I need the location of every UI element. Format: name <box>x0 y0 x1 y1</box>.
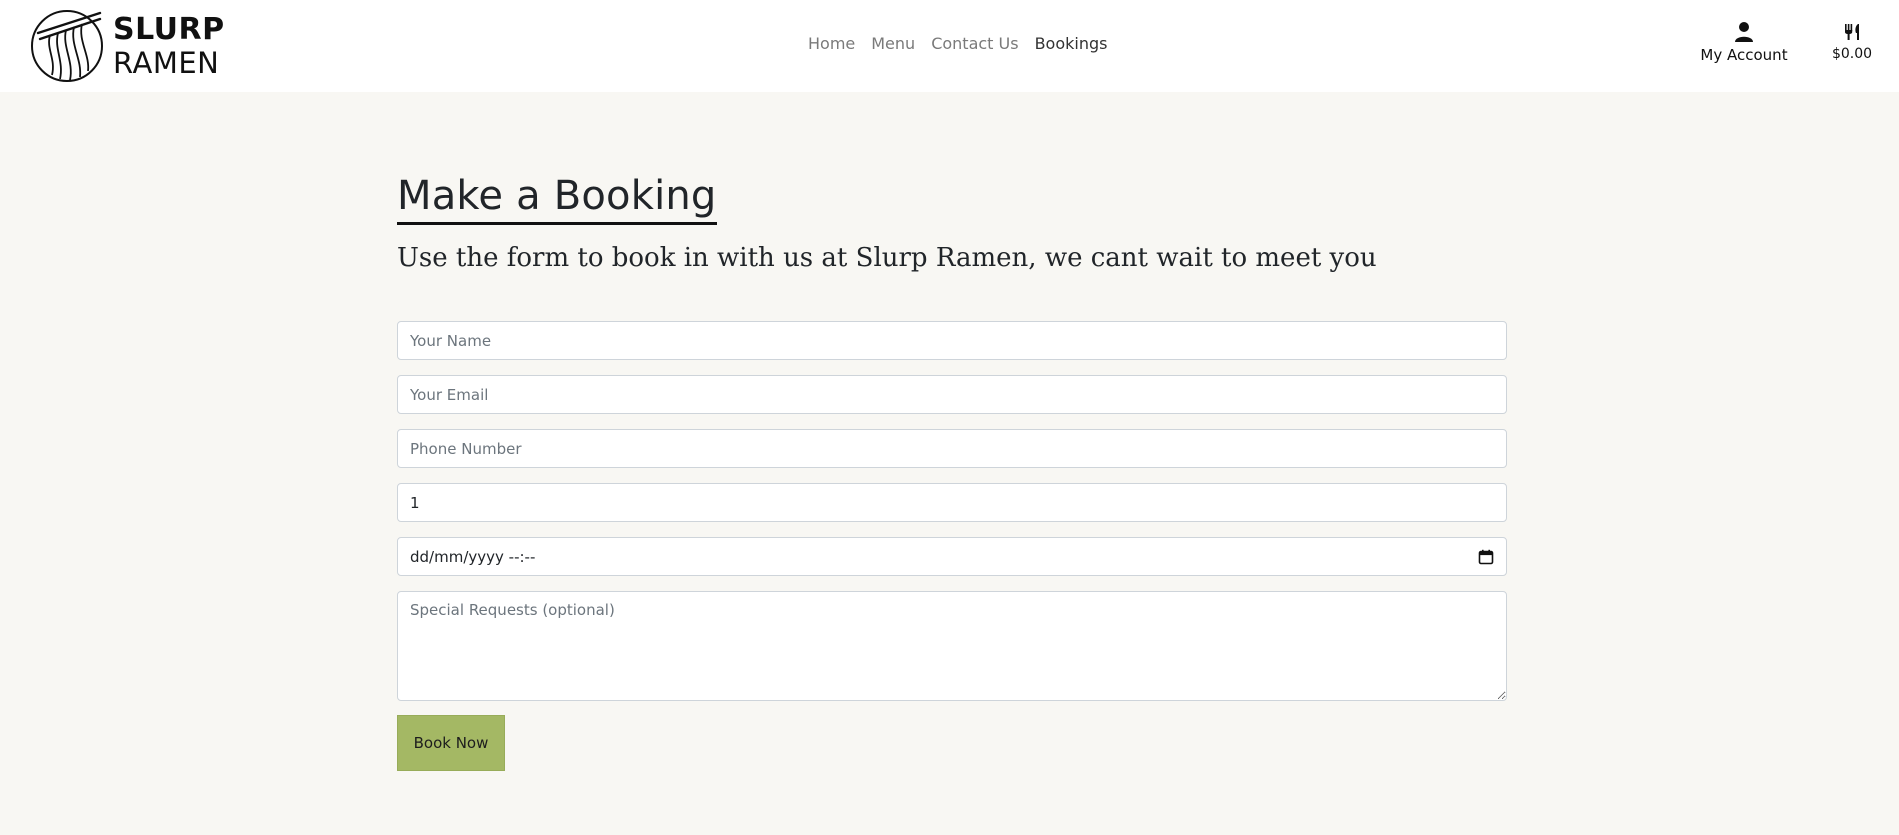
guests-input[interactable] <box>397 483 1507 522</box>
brand-logo[interactable]: SLURP RAMEN <box>30 9 230 83</box>
main-nav: Home Menu Contact Us Bookings <box>800 34 1115 53</box>
cart-link[interactable]: $0.00 <box>1828 21 1876 62</box>
nav-link-contact-us[interactable]: Contact Us <box>923 34 1026 53</box>
email-input[interactable] <box>397 375 1507 414</box>
user-icon <box>1735 22 1753 42</box>
my-account-link[interactable]: My Account <box>1696 21 1792 64</box>
brand-name-bottom: RAMEN <box>113 45 220 80</box>
brand-name-top: SLURP <box>113 11 225 47</box>
utensils-icon <box>1845 24 1859 40</box>
nav-link-home[interactable]: Home <box>800 34 863 53</box>
nav-link-menu[interactable]: Menu <box>863 34 923 53</box>
nav-link-bookings[interactable]: Bookings <box>1027 34 1116 53</box>
booking-section: Make a Booking Use the form to book in w… <box>397 170 1507 771</box>
page-title: Make a Booking <box>397 170 717 225</box>
phone-input[interactable] <box>397 429 1507 468</box>
ramen-bowl-logo-icon <box>31 10 103 82</box>
page-subtitle: Use the form to book in with us at Slurp… <box>397 243 1377 273</box>
name-input[interactable] <box>397 321 1507 360</box>
datetime-value: dd/mm/yyyy --:-- <box>410 547 536 566</box>
special-requests-textarea[interactable] <box>397 591 1507 701</box>
datetime-input[interactable]: dd/mm/yyyy --:-- <box>397 537 1507 576</box>
booking-form: dd/mm/yyyy --:-- Book Now <box>397 321 1507 771</box>
brand-name: SLURP RAMEN <box>113 11 225 80</box>
calendar-icon[interactable] <box>1478 549 1494 565</box>
my-account-label: My Account <box>1700 46 1788 64</box>
navbar: SLURP RAMEN Home Menu Contact Us Booking… <box>0 0 1899 92</box>
book-now-button[interactable]: Book Now <box>397 715 505 771</box>
cart-total: $0.00 <box>1831 46 1873 62</box>
